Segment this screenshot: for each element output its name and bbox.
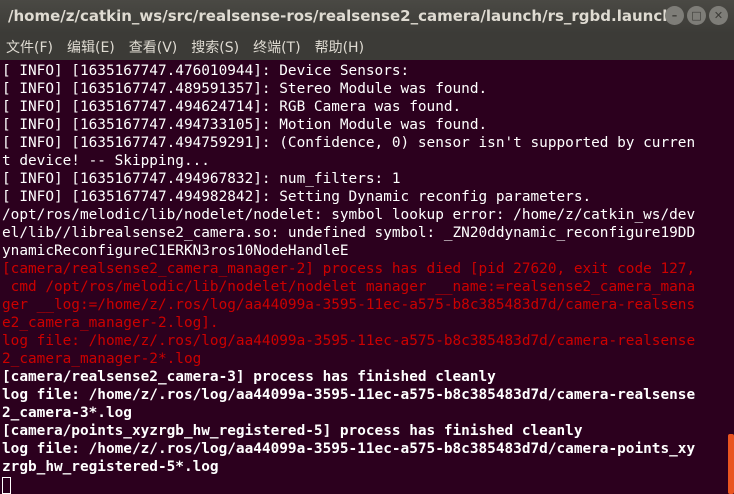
terminal-line: [camera/realsense2_camera-3] process has…: [2, 369, 496, 385]
terminal-line: cmd /opt/ros/melodic/lib/nodelet/nodelet…: [2, 279, 696, 295]
maximize-button[interactable]: □: [687, 6, 706, 25]
terminal-line: [ INFO] [1635167747.494967832]: num_filt…: [2, 171, 401, 187]
prompt-line: [2, 476, 734, 494]
terminal-line: zrgb_hw_registered-5*.log: [2, 459, 219, 475]
window-controls: – □ ✕: [665, 6, 728, 25]
terminal-line: ynamicReconfigureC1ERKN3ros10NodeHandleE: [2, 243, 349, 259]
window-title: /home/z/catkin_ws/src/realsense-ros/real…: [8, 7, 668, 25]
menu-file[interactable]: 文件(F): [6, 37, 53, 57]
terminal-line: [ INFO] [1635167747.494759291]: (Confide…: [2, 135, 696, 151]
terminal-line: t device! -- Skipping...: [2, 153, 210, 169]
text-cursor: [2, 477, 11, 494]
terminal-line: e2_camera_manager-2.log].: [2, 315, 219, 331]
menu-bar: 文件(F) 编辑(E) 查看(V) 搜索(S) 终端(T) 帮助(H): [0, 33, 734, 60]
terminal-line: [ INFO] [1635167747.494982842]: Setting …: [2, 189, 592, 205]
terminal-line: el/lib//librealsense2_camera.so: undefin…: [2, 225, 696, 241]
scrollbar-thumb[interactable]: [728, 434, 734, 494]
terminal-line: [ INFO] [1635167747.494733105]: Motion M…: [2, 117, 488, 133]
title-bar[interactable]: /home/z/catkin_ws/src/realsense-ros/real…: [0, 0, 734, 33]
menu-edit[interactable]: 编辑(E): [67, 37, 115, 57]
menu-help[interactable]: 帮助(H): [315, 37, 364, 57]
terminal-line: 2_camera_manager-2*.log: [2, 351, 202, 367]
terminal-line: [camera/points_xyzrgb_hw_registered-5] p…: [2, 423, 583, 439]
menu-terminal[interactable]: 终端(T): [253, 37, 300, 57]
terminal-line: [ INFO] [1635167747.494624714]: RGB Came…: [2, 99, 462, 115]
minimize-button[interactable]: –: [665, 6, 684, 25]
terminal-line: [camera/realsense2_camera_manager-2] pro…: [2, 261, 696, 277]
close-button[interactable]: ✕: [709, 6, 728, 25]
terminal-line: 2_camera-3*.log: [2, 405, 132, 421]
terminal-output[interactable]: [ INFO] [1635167747.476010944]: Device S…: [0, 60, 734, 494]
terminal-line: [ INFO] [1635167747.489591357]: Stereo M…: [2, 81, 488, 97]
terminal-line: /opt/ros/melodic/lib/nodelet/nodelet: sy…: [2, 207, 696, 223]
terminal-line: log file: /home/z/.ros/log/aa44099a-3595…: [2, 333, 696, 349]
menu-search[interactable]: 搜索(S): [191, 37, 239, 57]
terminal-scrollbar[interactable]: [728, 60, 734, 494]
menu-view[interactable]: 查看(V): [129, 37, 178, 57]
terminal-line: log file: /home/z/.ros/log/aa44099a-3595…: [2, 387, 696, 403]
terminal-line: ger __log:=/home/z/.ros/log/aa44099a-359…: [2, 297, 696, 313]
terminal-line: [ INFO] [1635167747.476010944]: Device S…: [2, 63, 410, 79]
terminal-line: log file: /home/z/.ros/log/aa44099a-3595…: [2, 441, 696, 457]
